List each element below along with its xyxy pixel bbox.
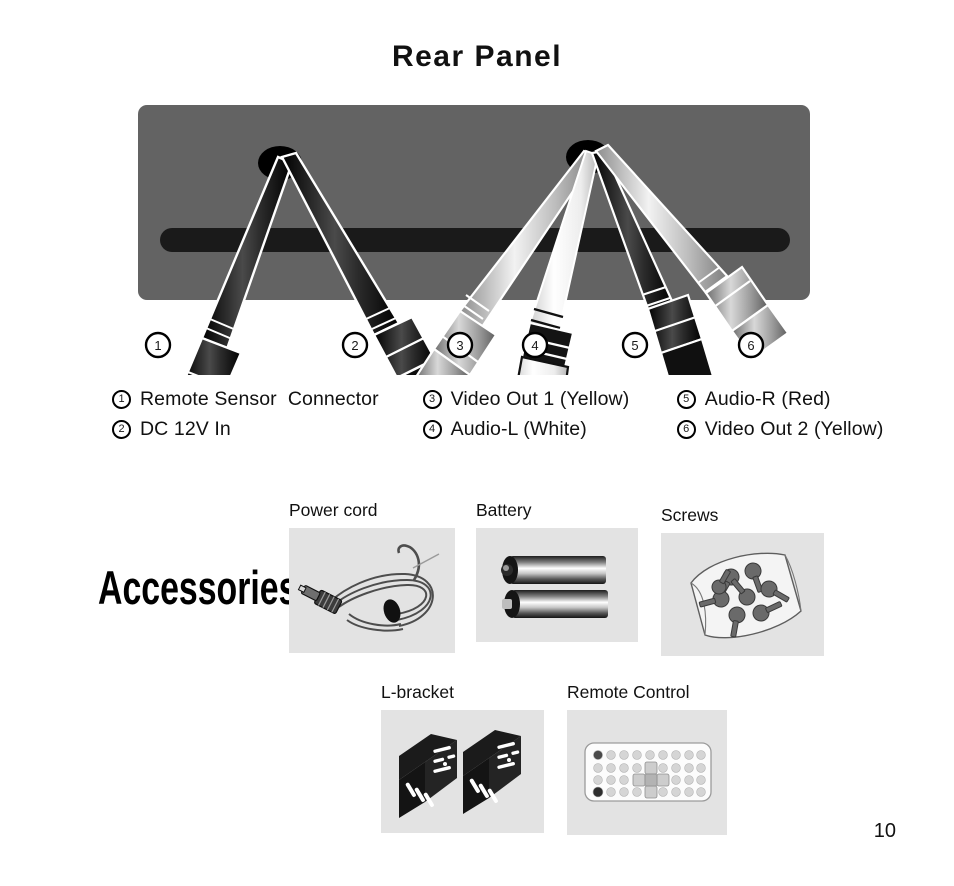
accessory-image-box: [381, 710, 544, 833]
legend-item-audio-r: 5 Audio-R (Red): [676, 388, 912, 411]
svg-text:3: 3: [456, 338, 463, 353]
accessory-caption: Screws: [661, 505, 719, 525]
accessory-caption: Power cord: [289, 500, 378, 520]
legend-row: 1 Remote Sensor Connector 3 Video Out 1 …: [112, 388, 912, 411]
legend-row: 2 DC 12V In 4 Audio-L (White) 6 Video Ou…: [112, 418, 912, 441]
bracket: [399, 734, 457, 818]
svg-text:6: 6: [747, 338, 754, 353]
marker-3: 3: [446, 331, 474, 359]
svg-text:5: 5: [631, 338, 638, 353]
battery-cell: [501, 556, 606, 584]
accessory-image-box: [289, 528, 455, 653]
legend-number-badge: 6: [676, 420, 696, 439]
svg-text:1: 1: [154, 338, 161, 353]
svg-text:4: 4: [531, 338, 538, 353]
page-title: Rear Panel: [391, 40, 563, 73]
accessory-screws: Screws: [661, 505, 824, 656]
accessory-caption: Remote Control: [567, 682, 690, 702]
legend-item-label: Audio-L (White): [450, 418, 587, 440]
marker-2: 2: [341, 331, 369, 359]
legend-item-remote-sensor-connector: 1 Remote Sensor Connector: [112, 388, 423, 411]
accessories-heading: Accessories: [98, 561, 298, 614]
accessory-caption: Battery: [476, 500, 532, 520]
accessory-power-cord: Power cord: [289, 500, 455, 653]
marker-5: 5: [621, 331, 649, 359]
rear-panel-diagram: 1 2 3 4 5 6: [110, 95, 840, 375]
marker-4: 4: [521, 331, 549, 359]
accessory-l-bracket: L-bracket: [381, 682, 544, 833]
legend-item-video-out-1: 3 Video Out 1 (Yellow): [422, 388, 677, 411]
legend-item-label: Audio-R (Red): [704, 388, 831, 410]
accessory-image-box: [476, 528, 638, 642]
accessory-battery: Battery: [476, 500, 638, 642]
marker-1: 1: [144, 331, 172, 359]
legend-item-video-out-2: 6 Video Out 2 (Yellow): [676, 418, 912, 441]
legend-item-label: DC 12V In: [140, 418, 231, 440]
legend-item-audio-l: 4 Audio-L (White): [422, 418, 677, 441]
marker-6: 6: [737, 331, 765, 359]
legend-item-dc-12v-in: 2 DC 12V In: [112, 418, 423, 441]
legend-number-badge: 1: [112, 390, 131, 409]
connector-legend: 1 Remote Sensor Connector 3 Video Out 1 …: [112, 388, 912, 448]
legend-number-badge: 2: [112, 420, 131, 439]
legend-number-badge: 3: [422, 390, 442, 409]
accessory-caption: L-bracket: [381, 682, 454, 702]
svg-text:2: 2: [351, 338, 358, 353]
legend-item-label: Remote Sensor Connector: [140, 388, 379, 410]
accessory-image-box: [661, 533, 824, 656]
battery-cell: [502, 590, 608, 618]
accessory-image-box: [567, 710, 727, 835]
legend-number-badge: 4: [422, 420, 442, 439]
legend-item-label: Video Out 1 (Yellow): [450, 388, 630, 410]
accessory-remote-control: Remote Control: [567, 682, 727, 835]
bracket: [463, 730, 521, 814]
page-number: 10: [873, 820, 896, 842]
legend-item-label: Video Out 2 (Yellow): [704, 418, 884, 440]
legend-number-badge: 5: [676, 390, 696, 409]
